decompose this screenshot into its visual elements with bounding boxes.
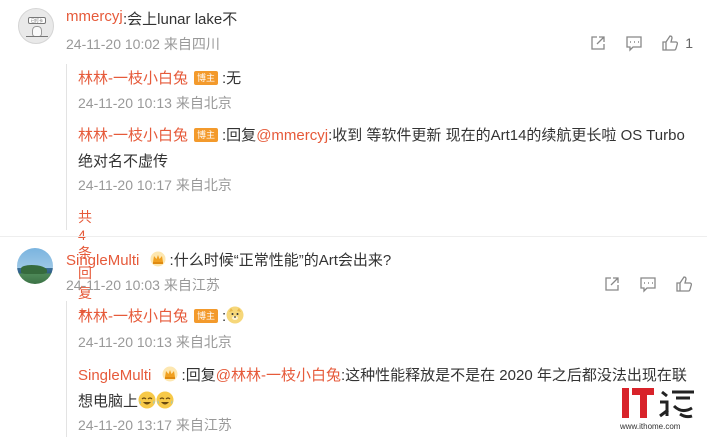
comment-meta: 24-11-20 10:03 来自江苏 <box>66 277 220 293</box>
reply-username: SingleMulti :回复@林林-一枝小白兔:这种性能释放是不是在 2020… <box>78 366 687 384</box>
blogger-badge: 博主 <box>194 128 219 142</box>
reply-list: 林林-一枝小白兔 博主:无 24-11-20 10:13 来自北京 林林-一枝小白… <box>66 64 685 314</box>
comment-actions <box>585 275 693 293</box>
avatar-caption: 已打卡 <box>28 17 46 24</box>
reply-meta: 24-11-20 13:17 来自江苏 <box>78 417 232 433</box>
reply-meta: 24-11-20 10:13 来自北京 <box>78 95 232 111</box>
blogger-badge: 博主 <box>194 309 219 323</box>
reply-text: :无 <box>222 70 242 87</box>
doge-emoji-icon <box>226 306 244 324</box>
reply-prefix: :回复 <box>181 367 216 384</box>
reply-text-continued: 绝对名不虚传 <box>78 153 169 170</box>
comment-text: :什么时候“正常性能”的Art会出来? <box>169 252 392 269</box>
comment-text: :会上lunar lake不 <box>123 11 238 28</box>
comment-actions: 1 <box>571 34 693 52</box>
crown-icon <box>162 366 178 382</box>
reply-list: 林林-一枝小白兔 博主: 24-11-20 10:13 来自北京 SingleMu… <box>66 301 687 437</box>
comment-username[interactable]: mmercyj <box>66 8 123 25</box>
avatar[interactable]: 已打卡 <box>18 8 54 44</box>
reply-username: 林林-一枝小白兔 博主: <box>78 305 244 326</box>
reply-text: :这种性能释放是不是在 2020 年之后都没法出现在联 <box>340 367 687 384</box>
comment-icon[interactable] <box>639 275 657 293</box>
mention-link[interactable]: @林林-一枝小白兔 <box>216 367 341 384</box>
avatar[interactable] <box>17 248 53 284</box>
reply-username: 林林-一枝小白兔 博主:无 <box>78 70 242 87</box>
reply-username: 林林-一枝小白兔 博主:回复@mmercyj:收到 等软件更新 现在的Art14的… <box>78 127 685 144</box>
like-icon[interactable] <box>675 275 693 293</box>
comment-username: SingleMulti :什么时候“正常性能”的Art会出来? <box>66 251 392 269</box>
like-icon[interactable] <box>661 34 679 52</box>
share-icon[interactable] <box>603 275 621 293</box>
watermark-url: www.ithome.com <box>620 422 681 431</box>
like-count: 1 <box>685 35 693 51</box>
reply-meta: 24-11-20 10:17 来自北京 <box>78 177 232 193</box>
reply-prefix: :回复 <box>222 127 257 144</box>
laugh-cry-emoji-icon <box>138 391 156 409</box>
comment-meta: 24-11-20 10:02 来自四川 <box>66 36 220 52</box>
blogger-badge: 博主 <box>194 71 219 85</box>
laugh-cry-emoji-icon <box>156 391 174 409</box>
mention-link[interactable]: @mmercyj <box>256 127 328 144</box>
crown-icon <box>150 251 166 267</box>
reply-meta: 24-11-20 10:13 来自北京 <box>78 334 232 350</box>
reply-text-continued: 想电脑上 <box>78 390 174 411</box>
reply-text: :收到 等软件更新 现在的Art14的续航更长啦 OS Turbo <box>328 127 685 144</box>
divider <box>0 236 707 237</box>
comment-icon[interactable] <box>625 34 643 52</box>
share-icon[interactable] <box>589 34 607 52</box>
